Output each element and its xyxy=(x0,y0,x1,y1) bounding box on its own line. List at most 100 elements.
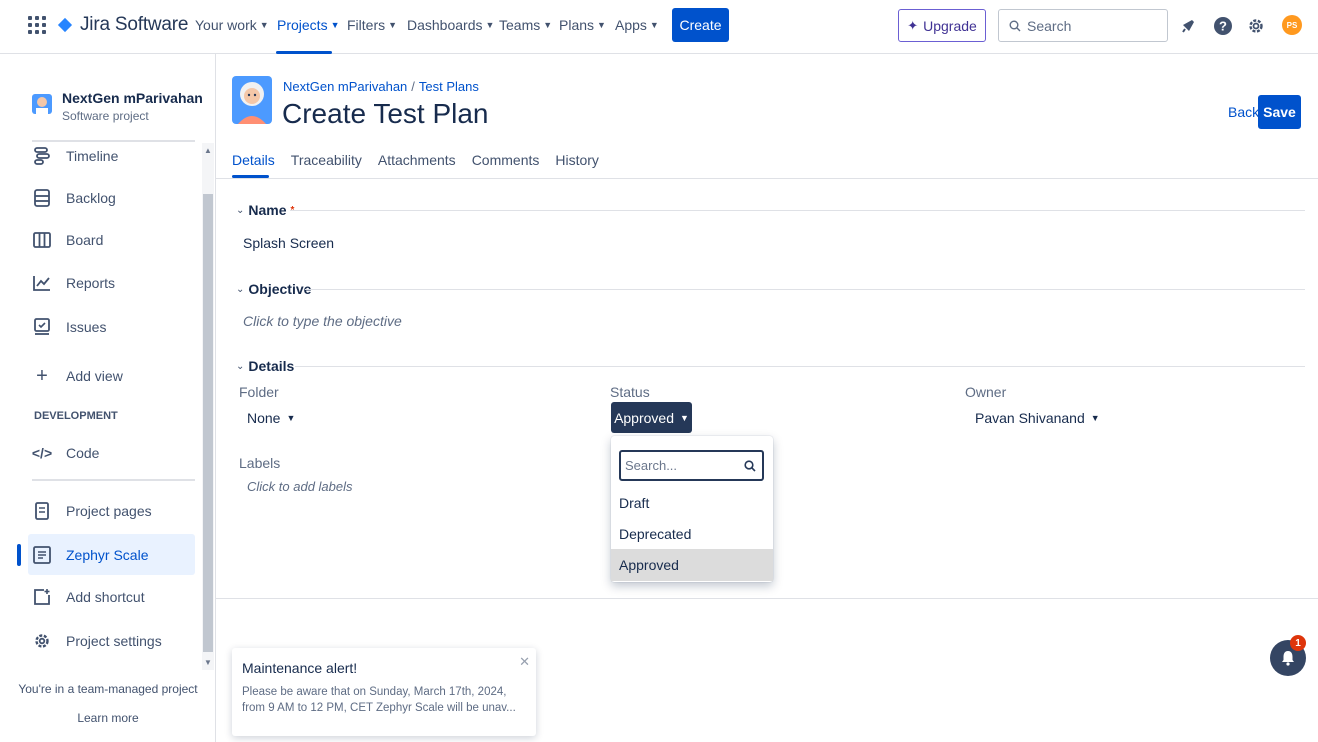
page-title: Create Test Plan xyxy=(282,98,489,129)
back-button[interactable]: Back xyxy=(1228,104,1259,120)
app-switcher-icon[interactable] xyxy=(28,16,46,34)
sidebar-scrollbar-thumb[interactable] xyxy=(203,194,213,652)
tab-attachments[interactable]: Attachments xyxy=(378,152,456,168)
board-icon xyxy=(32,230,52,250)
sidebar-item-code[interactable]: </> Code xyxy=(31,441,100,465)
tab-traceability[interactable]: Traceability xyxy=(291,152,362,168)
gear-icon xyxy=(32,631,52,651)
objective-field[interactable]: Click to type the objective xyxy=(243,313,402,329)
chevron-down-icon: ▼ xyxy=(680,412,689,423)
svg-text:?: ? xyxy=(1219,19,1227,34)
sidebar-item-timeline[interactable]: Timeline xyxy=(32,144,118,168)
search-icon xyxy=(1009,20,1021,31)
create-button[interactable]: Create xyxy=(672,8,729,42)
chevron-down-icon: ▼ xyxy=(543,20,553,30)
project-large-avatar xyxy=(232,76,272,124)
section-divider xyxy=(305,289,1305,290)
save-button[interactable]: Save xyxy=(1258,95,1301,129)
project-avatar xyxy=(32,94,52,114)
folder-label: Folder xyxy=(239,384,279,400)
alert-title: Maintenance alert! xyxy=(242,660,358,676)
team-managed-note: You're in a team-managed project xyxy=(18,682,198,696)
search-icon xyxy=(744,459,756,472)
tab-details[interactable]: Details xyxy=(232,152,275,168)
tab-bar: Details Traceability Attachments Comment… xyxy=(232,152,599,168)
status-option-draft[interactable]: Draft xyxy=(611,487,773,519)
breadcrumb-project[interactable]: NextGen mParivahan xyxy=(283,79,407,94)
folder-select[interactable]: None ▼ xyxy=(247,410,295,426)
nav-filters[interactable]: Filters ▼ xyxy=(347,17,397,33)
bell-icon xyxy=(1282,651,1294,666)
status-option-deprecated[interactable]: Deprecated xyxy=(611,518,773,550)
add-shortcut-icon xyxy=(32,587,52,607)
jira-logo[interactable]: Jira Software xyxy=(56,14,188,36)
details-section-header[interactable]: ⌄ Details xyxy=(236,358,294,374)
tab-comments[interactable]: Comments xyxy=(472,152,540,168)
chevron-down-icon: ⌄ xyxy=(236,283,245,295)
search-input[interactable]: Search xyxy=(998,9,1168,42)
timeline-icon xyxy=(32,146,52,166)
sidebar-item-zephyr-scale[interactable]: Zephyr Scale xyxy=(32,543,148,567)
status-label: Status xyxy=(610,384,650,400)
close-icon[interactable]: ✕ xyxy=(519,654,530,670)
user-avatar[interactable]: PS xyxy=(1282,15,1302,35)
section-divider xyxy=(290,210,1305,211)
sidebar-item-project-pages[interactable]: Project pages xyxy=(32,499,152,523)
upgrade-button[interactable]: ✦ Upgrade xyxy=(898,9,986,42)
status-option-approved[interactable]: Approved xyxy=(611,549,773,581)
scroll-down-arrow-icon[interactable]: ▼ xyxy=(204,658,212,667)
breadcrumb: NextGen mParivahan / Test Plans xyxy=(283,79,479,94)
sidebar-item-backlog[interactable]: Backlog xyxy=(32,186,116,210)
zephyr-icon xyxy=(32,545,52,565)
scroll-up-arrow-icon[interactable]: ▲ xyxy=(204,146,212,155)
name-section-header[interactable]: ⌄ Name* xyxy=(236,202,294,218)
chevron-down-icon: ▼ xyxy=(330,20,340,30)
sidebar-item-add-view[interactable]: + Add view xyxy=(32,364,123,388)
chevron-down-icon: ▼ xyxy=(286,413,296,423)
active-nav-indicator xyxy=(276,51,332,54)
issues-icon xyxy=(32,317,52,337)
chevron-down-icon: ▼ xyxy=(485,20,495,30)
nav-projects[interactable]: Projects ▼ xyxy=(277,17,340,33)
status-select[interactable]: Approved ▼ xyxy=(611,402,692,433)
owner-select[interactable]: Pavan Shivanand ▼ xyxy=(975,410,1100,426)
app-name: Jira Software xyxy=(80,14,189,35)
sidebar-active-indicator xyxy=(17,544,21,566)
status-search-input[interactable]: Search... xyxy=(619,450,764,481)
project-header[interactable]: NextGen mParivahan Software project xyxy=(32,90,203,123)
chevron-down-icon: ▼ xyxy=(597,20,606,30)
nav-teams[interactable]: Teams ▼ xyxy=(499,17,552,33)
name-field[interactable]: Splash Screen xyxy=(243,235,334,251)
sidebar-item-reports[interactable]: Reports xyxy=(32,271,115,295)
sidebar-item-issues[interactable]: Issues xyxy=(32,315,106,339)
reports-icon xyxy=(32,273,52,293)
project-sidebar: NextGen mParivahan Software project Time… xyxy=(0,54,216,742)
code-icon: </> xyxy=(31,445,53,461)
sidebar-item-board[interactable]: Board xyxy=(32,228,103,252)
tab-history[interactable]: History xyxy=(555,152,599,168)
breadcrumb-separator: / xyxy=(411,79,415,94)
settings-gear-icon[interactable] xyxy=(1245,15,1267,37)
help-icon[interactable]: ? xyxy=(1212,15,1234,37)
chevron-down-icon: ▼ xyxy=(649,20,659,30)
nav-dashboards[interactable]: Dashboards ▼ xyxy=(407,17,494,33)
learn-more-link[interactable]: Learn more xyxy=(0,711,216,725)
alert-body: Please be aware that on Sunday, March 17… xyxy=(242,686,516,714)
owner-label: Owner xyxy=(965,384,1007,400)
chevron-down-icon: ⌄ xyxy=(236,204,245,216)
objective-section-header[interactable]: ⌄ Objective xyxy=(236,281,311,297)
status-dropdown-menu: Search... Draft Deprecated Approved xyxy=(611,436,773,582)
nav-your-work[interactable]: Your work ▼ xyxy=(195,17,269,33)
plus-icon: + xyxy=(36,364,48,387)
chevron-down-icon: ⌄ xyxy=(236,360,245,372)
breadcrumb-test-plans[interactable]: Test Plans xyxy=(419,79,479,94)
backlog-icon xyxy=(32,188,52,208)
chevron-down-icon: ▼ xyxy=(259,20,269,30)
nav-apps[interactable]: Apps ▼ xyxy=(615,17,659,33)
sidebar-item-project-settings[interactable]: Project settings xyxy=(32,629,162,653)
nav-plans[interactable]: Plans ▼ xyxy=(559,17,606,33)
sidebar-item-add-shortcut[interactable]: Add shortcut xyxy=(32,585,145,609)
notifications-megaphone-icon[interactable] xyxy=(1178,15,1200,37)
chevron-down-icon: ▼ xyxy=(388,20,398,30)
labels-field[interactable]: Click to add labels xyxy=(247,479,353,494)
